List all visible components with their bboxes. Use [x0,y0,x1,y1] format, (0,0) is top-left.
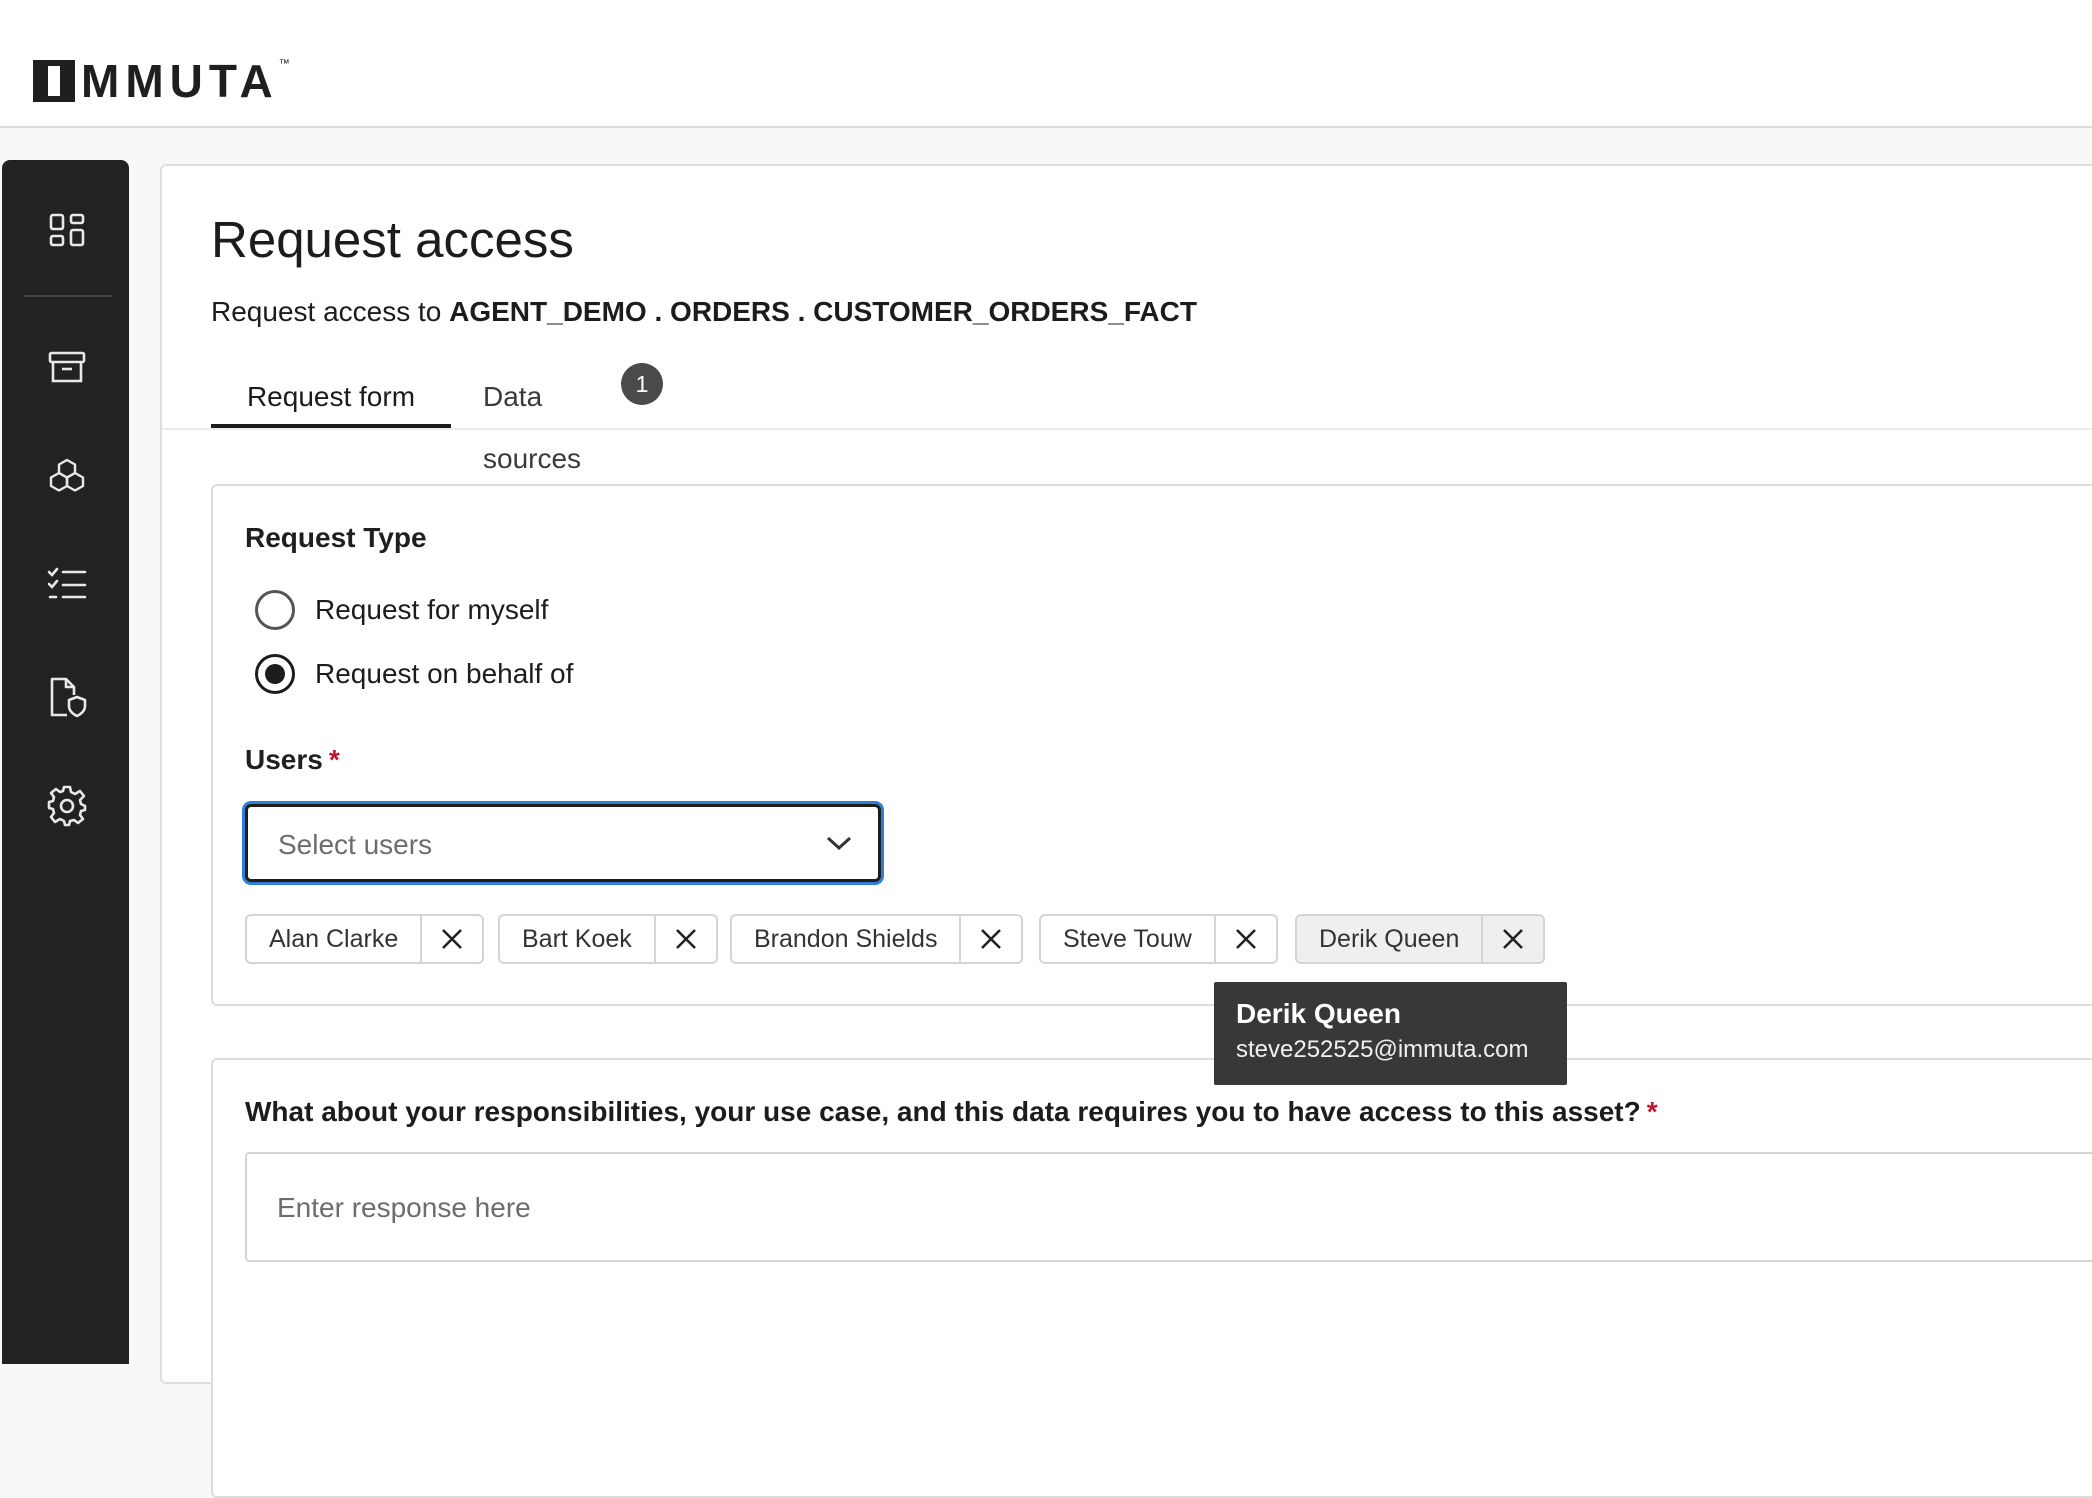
required-asterisk: * [1646,1096,1658,1127]
dashboard-grid-icon[interactable] [36,200,98,262]
textarea-placeholder: Enter response here [277,1192,531,1223]
users-label-text: Users [245,744,323,775]
archive-box-icon[interactable] [36,336,98,398]
logo-text: MMUTA [81,55,279,107]
justification-question: What about your responsibilities, your u… [245,1096,1658,1128]
chevron-down-icon[interactable] [824,833,854,858]
request-type-title: Request Type [245,522,427,553]
tab-divider [162,428,2092,430]
user-chip-label: Steve Touw [1063,925,1192,953]
remove-user-close-icon[interactable] [1213,916,1276,962]
main-panel: Request access Request access to AGENT_D… [160,164,2092,1498]
data-sources-count-badge: 1 [621,363,663,405]
page-title: Request access [211,211,574,268]
radio-button-unchecked[interactable] [255,590,295,630]
cubes-icon[interactable] [36,446,98,508]
user-tooltip: Derik Queen steve252525@immuta.com [1214,982,1567,1085]
logo-trademark: ™ [278,58,290,70]
top-bar: MMUTA ™ [0,0,2092,128]
remove-user-close-icon[interactable] [1481,916,1543,962]
user-chip: Steve Touw [1039,914,1278,964]
asset-path: AGENT_DEMO . ORDERS . CUSTOMER_ORDERS_FA… [449,296,1197,327]
user-chip: Alan Clarke [245,914,485,964]
request-type-card: Request Type Request for myself Request … [211,484,2092,1006]
user-chip: Bart Koek [498,914,718,964]
logo-mark-icon [33,60,75,102]
users-select[interactable]: Select users [245,804,881,882]
tab-request-form[interactable]: Request form [211,366,451,428]
required-asterisk: * [328,744,340,775]
remove-user-close-icon[interactable] [653,916,716,962]
sidebar-divider [24,295,112,297]
user-chip-label: Derik Queen [1319,925,1460,953]
user-chip: Brandon Shields [730,914,1024,964]
subtitle-prefix: Request access to [211,296,442,327]
users-select-placeholder: Select users [278,829,433,860]
page-subtitle: Request access to AGENT_DEMO . ORDERS . … [211,296,1197,328]
remove-user-close-icon[interactable] [959,916,1021,962]
immuta-logo[interactable]: MMUTA ™ [33,55,290,107]
remove-user-close-icon[interactable] [420,916,482,962]
radio-request-for-myself[interactable]: Request for myself [255,590,548,630]
tooltip-user-email: steve252525@immuta.com [1236,1036,1529,1063]
user-chip-label: Bart Koek [522,925,632,953]
sidebar [2,160,129,1364]
justification-card: What about your responsibilities, your u… [211,1058,2092,1498]
radio-button-checked[interactable] [255,654,295,694]
justification-textarea[interactable]: Enter response here [245,1152,2092,1262]
user-chip-hovered: Derik Queen [1295,914,1546,964]
tooltip-user-name: Derik Queen [1236,998,1401,1029]
radio-request-on-behalf[interactable]: Request on behalf of [255,654,573,694]
document-shield-icon[interactable] [36,666,98,728]
radio-label-myself: Request for myself [315,594,549,625]
user-chip-label: Alan Clarke [269,925,399,953]
radio-label-behalf: Request on behalf of [315,658,574,689]
checklist-icon[interactable] [36,554,98,616]
users-label: Users * [245,744,340,776]
tab-data-sources[interactable]: Data sources [483,366,581,474]
user-chip-label: Brandon Shields [754,925,938,953]
question-text: What about your responsibilities, your u… [245,1096,1641,1127]
gear-icon[interactable] [36,774,98,836]
